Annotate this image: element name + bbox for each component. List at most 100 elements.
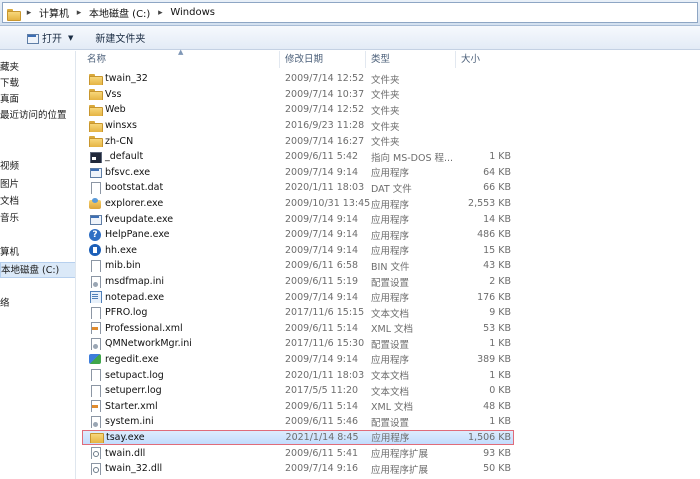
nav-item-local-disk[interactable]: 本地磁盘 (C:) bbox=[0, 262, 75, 278]
file-name: PFRO.log bbox=[105, 307, 148, 319]
file-date: 2021/1/14 8:45 bbox=[285, 431, 359, 443]
file-date: 2009/6/11 5:46 bbox=[285, 416, 359, 428]
nav-item-music[interactable]: 音乐 bbox=[0, 211, 19, 227]
breadcrumb-local-disk[interactable]: 本地磁盘 (C:) bbox=[86, 5, 153, 20]
file-row[interactable]: QMNetworkMgr.ini 2017/11/6 15:30 配置设置 1 KB bbox=[82, 336, 700, 352]
file-name: regedit.exe bbox=[105, 353, 159, 365]
file-type: 应用程序 bbox=[371, 293, 410, 305]
file-size: 1 KB bbox=[489, 151, 511, 163]
file-icon bbox=[89, 259, 101, 272]
file-date: 2009/6/11 5:41 bbox=[285, 447, 359, 459]
explorer-icon bbox=[89, 197, 101, 210]
column-date[interactable]: 修改日期 bbox=[280, 51, 366, 68]
file-row[interactable]: Professional.xml 2009/6/11 5:14 XML 文档 53 K… bbox=[82, 321, 700, 337]
breadcrumb-separator-icon[interactable]: ▸ bbox=[72, 8, 86, 18]
nav-item-videos[interactable]: 视频 bbox=[0, 159, 19, 175]
open-button[interactable]: 打开 ▼ bbox=[20, 28, 79, 48]
file-row[interactable]: twain_32.dll 2009/7/14 9:16 应用程序扩展 50 KB bbox=[82, 461, 700, 477]
address-field[interactable]: ▸ 计算机 ▸ 本地磁盘 (C:) ▸ Windows bbox=[2, 2, 698, 23]
file-type: 应用程序 bbox=[371, 246, 410, 258]
file-row[interactable]: regedit.exe 2009/7/14 9:14 应用程序 389 KB bbox=[82, 352, 700, 368]
file-row[interactable]: msdfmap.ini 2009/6/11 5:19 配置设置 2 KB bbox=[82, 274, 700, 290]
breadcrumb-separator-icon[interactable]: ▸ bbox=[22, 8, 36, 18]
file-type: XML 文档 bbox=[371, 402, 414, 414]
nav-item-recent-places[interactable]: 最近访问的位置 bbox=[0, 108, 67, 124]
file-row[interactable]: PFRO.log 2017/11/6 15:15 文本文档 9 KB bbox=[82, 305, 700, 321]
file-row[interactable]: mib.bin 2009/6/11 6:58 BIN 文件 43 KB bbox=[82, 258, 700, 274]
file-row[interactable]: bfsvc.exe 2009/7/14 9:14 应用程序 64 KB bbox=[82, 165, 700, 181]
file-size: 15 KB bbox=[483, 244, 511, 256]
file-row[interactable]: setuperr.log 2017/5/5 11:20 文本文档 0 KB bbox=[82, 383, 700, 399]
file-row[interactable]: fveupdate.exe 2009/7/14 9:14 应用程序 14 KB bbox=[82, 211, 700, 227]
file-name-cell: hh.exe bbox=[82, 244, 280, 257]
column-size[interactable]: 大小 bbox=[456, 51, 513, 68]
file-date: 2017/11/6 15:30 bbox=[285, 338, 365, 350]
nav-item-pictures[interactable]: 图片 bbox=[0, 177, 19, 193]
folder-icon bbox=[89, 88, 103, 101]
file-size: 176 KB bbox=[477, 291, 511, 303]
file-row[interactable]: tsay.exe 2021/1/14 8:45 应用程序 1,506 KB bbox=[82, 429, 514, 446]
file-row[interactable]: Vss 2009/7/14 10:37 文件夹 bbox=[82, 87, 700, 103]
file-size: 48 KB bbox=[483, 400, 511, 412]
file-row[interactable]: HelpPane.exe 2009/7/14 9:14 应用程序 486 KB bbox=[82, 227, 700, 243]
column-name[interactable]: 名称 ▲ bbox=[82, 48, 280, 68]
file-row[interactable]: Starter.xml 2009/6/11 5:14 XML 文档 48 KB bbox=[82, 398, 700, 414]
file-row[interactable]: hh.exe 2009/7/14 9:14 应用程序 15 KB bbox=[82, 243, 700, 259]
nav-item-favorites[interactable]: 藏夹 bbox=[0, 60, 19, 76]
nav-item-desktop[interactable]: 真面 bbox=[0, 92, 19, 108]
nav-item-network[interactable]: 络 bbox=[0, 296, 10, 312]
dll-icon bbox=[89, 447, 101, 460]
file-size: 93 KB bbox=[483, 447, 511, 459]
file-type: 配置设置 bbox=[371, 277, 410, 289]
file-name: tsay.exe bbox=[106, 431, 145, 443]
file-date: 2009/6/11 5:42 bbox=[285, 151, 359, 163]
breadcrumb-windows[interactable]: Windows bbox=[167, 7, 218, 18]
file-row[interactable]: Web 2009/7/14 12:52 文件夹 bbox=[82, 102, 700, 118]
file-row[interactable]: bootstat.dat 2020/1/11 18:03 DAT 文件 66 KB bbox=[82, 180, 700, 196]
file-name-cell: msdfmap.ini bbox=[82, 275, 280, 288]
file-row[interactable]: twain.dll 2009/6/11 5:41 应用程序扩展 93 KB bbox=[82, 445, 700, 461]
file-row[interactable]: zh-CN 2009/7/14 16:27 文件夹 bbox=[82, 133, 700, 149]
file-size: 1 KB bbox=[489, 369, 511, 381]
nav-item-computer[interactable]: 算机 bbox=[0, 245, 19, 261]
column-type[interactable]: 类型 bbox=[366, 51, 456, 68]
folder-icon bbox=[7, 8, 21, 21]
nav-item-documents[interactable]: 文档 bbox=[0, 194, 19, 210]
file-name: QMNetworkMgr.ini bbox=[105, 338, 192, 350]
file-name: fveupdate.exe bbox=[105, 213, 174, 225]
file-row[interactable]: winsxs 2016/9/23 11:28 文件夹 bbox=[82, 118, 700, 134]
tsay-icon bbox=[90, 431, 104, 444]
file-date: 2017/5/5 11:20 bbox=[285, 385, 359, 397]
file-row[interactable]: explorer.exe 2009/10/31 13:45 应用程序 2,553 KB bbox=[82, 196, 700, 212]
file-name: bootstat.dat bbox=[105, 182, 164, 194]
new-folder-button[interactable]: 新建文件夹 bbox=[89, 28, 151, 48]
regedit-icon bbox=[89, 353, 101, 365]
file-type: 文件夹 bbox=[371, 137, 400, 149]
file-name: HelpPane.exe bbox=[105, 229, 170, 241]
file-type: 文件夹 bbox=[371, 90, 400, 102]
file-size: 50 KB bbox=[483, 463, 511, 475]
file-row[interactable]: twain_32 2009/7/14 12:52 文件夹 bbox=[82, 71, 700, 87]
file-row[interactable]: _default 2009/6/11 5:42 指向 MS-DOS 程... 1 KB bbox=[82, 149, 700, 165]
folder-icon bbox=[89, 104, 103, 116]
file-name-cell: winsxs bbox=[82, 120, 280, 132]
file-name-cell: bootstat.dat bbox=[82, 181, 280, 194]
file-date: 2009/7/14 12:52 bbox=[285, 73, 365, 85]
file-name: twain_32 bbox=[105, 73, 148, 85]
breadcrumb-computer[interactable]: 计算机 bbox=[36, 5, 72, 20]
ini-icon bbox=[89, 337, 101, 350]
nav-item-downloads[interactable]: 下载 bbox=[0, 76, 19, 92]
file-type: 文本文档 bbox=[371, 308, 410, 320]
file-name: notepad.exe bbox=[105, 291, 165, 303]
file-name-cell: twain_32.dll bbox=[82, 462, 280, 475]
file-row[interactable]: setupact.log 2020/1/11 18:03 文本文档 1 KB bbox=[82, 367, 700, 383]
file-date: 2009/7/14 9:14 bbox=[285, 166, 359, 178]
file-row[interactable]: system.ini 2009/6/11 5:46 配置设置 1 KB bbox=[82, 414, 700, 430]
navigation-pane: 藏夹 下载 真面 最近访问的位置 视频 图片 文档 音乐 算机 本地磁盘 (C:… bbox=[0, 51, 76, 479]
file-type: 配置设置 bbox=[371, 339, 410, 351]
file-date: 2017/11/6 15:15 bbox=[285, 307, 365, 319]
file-row[interactable]: notepad.exe 2009/7/14 9:14 应用程序 176 KB bbox=[82, 289, 700, 305]
file-date: 2009/7/14 9:14 bbox=[285, 213, 359, 225]
file-size: 486 KB bbox=[477, 229, 511, 241]
breadcrumb-separator-icon[interactable]: ▸ bbox=[153, 8, 167, 18]
